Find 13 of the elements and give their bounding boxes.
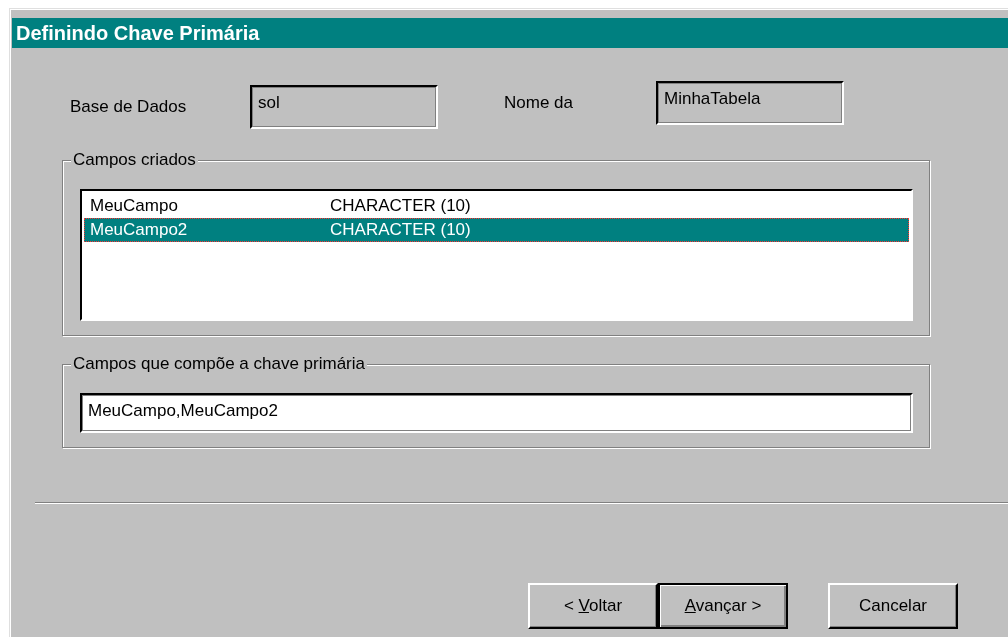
input-field[interactable]: sol [250, 85, 438, 129]
input-field[interactable]: MinhaTabela [656, 81, 844, 125]
field-label: Base de Dados [70, 97, 188, 117]
list-row[interactable]: MeuCampo CHARACTER (10) [84, 194, 909, 218]
input-field[interactable]: MeuCampo,MeuCampo2 [80, 393, 913, 433]
button[interactable]: < Voltar [528, 583, 658, 629]
list-row[interactable]: MeuCampo2 CHARACTER (10) [84, 218, 909, 242]
field-label: Nome da [504, 93, 574, 113]
group-title: Campos criados [71, 150, 198, 170]
group-title: Campos que compõe a chave primária [71, 354, 367, 374]
window-title: Definindo Chave Primária [12, 18, 1008, 48]
button[interactable]: Avançar > [658, 583, 788, 629]
button[interactable]: Cancelar [828, 583, 958, 629]
